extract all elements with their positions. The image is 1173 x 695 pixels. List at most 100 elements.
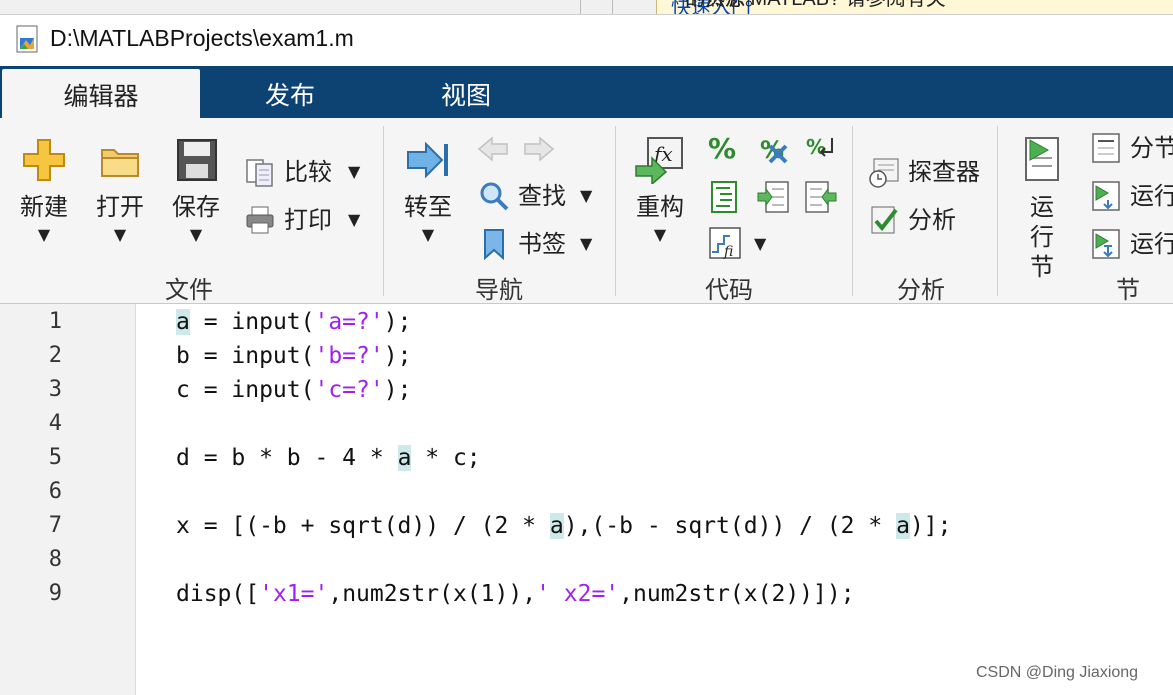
- tab-editor[interactable]: 编辑器: [2, 69, 200, 118]
- string-literal: 'c=?': [314, 377, 384, 403]
- chevron-down-icon: ▼: [348, 210, 361, 229]
- search-icon: [480, 182, 509, 211]
- smart-indent-icon: [711, 181, 737, 213]
- bookmark-label: 书签: [518, 230, 566, 258]
- save-button[interactable]: 保存 ▼: [166, 136, 226, 246]
- print-button[interactable]: 打印 ▼: [244, 202, 368, 238]
- goto-label: 转至: [404, 193, 452, 221]
- matlab-file-icon: [16, 25, 38, 53]
- function-browser-button[interactable]: fi: [708, 226, 742, 260]
- string-literal: 'a=?': [314, 309, 384, 335]
- line-number: 4: [48, 411, 62, 436]
- open-label: 打开: [96, 193, 144, 221]
- code-token: disp([: [176, 581, 260, 607]
- chevron-down-icon: ▼: [421, 225, 435, 244]
- tab-publish[interactable]: 发布: [226, 66, 354, 118]
- editor-toolstrip: 新建 ▼ 打开 ▼ 保存 ▼ 比较 ▼ 打印 ▼ 文件 转至 ▼ 查找 ▼ 书签…: [0, 118, 1173, 304]
- getting-started-notice: 不熟悉 MATLAB? 请参阅有关快速入门的资源。: [656, 0, 1173, 14]
- run-and-advance-label: 运行: [1130, 182, 1173, 210]
- code-line[interactable]: c = input('c=?');: [176, 373, 411, 407]
- svg-text:fi: fi: [723, 244, 733, 260]
- wrap-comments-icon: %: [806, 135, 833, 159]
- refactor-fx-icon: fx: [635, 137, 683, 186]
- group-divider: [615, 126, 616, 296]
- chevron-down-icon: ▼: [348, 162, 361, 181]
- new-label: 新建: [20, 193, 68, 221]
- chevron-down-icon: ▼: [653, 225, 667, 244]
- chevron-down-icon[interactable]: ▼: [754, 234, 766, 253]
- function-browser-icon: fi: [709, 227, 741, 260]
- string-literal: 'b=?': [314, 343, 384, 369]
- run-section-button[interactable]: 运行节: [1012, 136, 1072, 282]
- section-break-icon: [1092, 133, 1120, 163]
- bookmark-icon: [484, 229, 504, 260]
- forward-arrow-button[interactable]: [522, 132, 556, 166]
- code-token: ),(-b - sqrt(d)) / (2 *: [563, 513, 897, 539]
- chevron-down-icon: ▼: [580, 186, 593, 205]
- line-number-gutter: 1 2 3 4 5 6 7 8 9: [0, 304, 136, 695]
- string-literal: ' x2=': [536, 581, 620, 607]
- group-label-section: 节: [1116, 276, 1140, 304]
- compare-button[interactable]: 比较 ▼: [244, 154, 368, 190]
- back-arrow-icon: [477, 136, 508, 162]
- open-button[interactable]: 打开 ▼: [90, 136, 150, 246]
- code-token: x = [(-b + sqrt(d)) / (2 *: [176, 513, 550, 539]
- code-line[interactable]: x = [(-b + sqrt(d)) / (2 * a),(-b - sqrt…: [176, 509, 951, 543]
- bookmark-button[interactable]: 书签 ▼: [478, 226, 602, 262]
- run-to-end-button[interactable]: 运行: [1090, 226, 1173, 262]
- group-label-navigate: 导航: [475, 276, 523, 304]
- code-line[interactable]: disp(['x1=',num2str(x(1)),' x2=',num2str…: [176, 577, 855, 611]
- save-label: 保存: [172, 193, 220, 221]
- refactor-button[interactable]: fx 重构 ▼: [630, 136, 690, 246]
- code-editor[interactable]: 123456789 a = input('a=?'); b = input('b=…: [0, 304, 1173, 695]
- group-divider: [997, 126, 998, 296]
- folder-open-icon: [101, 149, 139, 177]
- code-line[interactable]: d = b * b - 4 * a * c;: [176, 441, 481, 475]
- string-literal: 'x1=': [259, 581, 329, 607]
- analyze-button[interactable]: 分析: [868, 202, 988, 238]
- comment-button[interactable]: %: [708, 132, 742, 166]
- profiler-label: 探查器: [908, 158, 980, 186]
- compare-label: 比较: [284, 158, 332, 186]
- chevron-down-icon: ▼: [580, 234, 593, 253]
- run-section-icon: [1025, 137, 1059, 181]
- group-label-code: 代码: [705, 276, 753, 304]
- goto-arrow-icon: [407, 141, 448, 179]
- run-to-end-icon: [1092, 229, 1120, 259]
- insert-section-button[interactable]: 分节: [1090, 130, 1173, 166]
- new-button[interactable]: 新建 ▼: [14, 136, 74, 246]
- code-token: ,num2str(x(2))]);: [619, 581, 855, 607]
- code-line[interactable]: b = input('b=?');: [176, 339, 411, 373]
- line-number: 5: [48, 445, 62, 470]
- run-to-end-label: 运行: [1130, 230, 1173, 258]
- strip-divider: [580, 0, 581, 14]
- back-arrow-button[interactable]: [476, 132, 510, 166]
- wrap-comments-button[interactable]: %: [804, 132, 838, 166]
- find-button[interactable]: 查找 ▼: [478, 178, 602, 214]
- code-line[interactable]: a = input('a=?');: [176, 305, 411, 339]
- code-token: );: [383, 377, 412, 403]
- printer-icon: [246, 206, 274, 234]
- forward-arrow-icon: [524, 136, 555, 162]
- refactor-label: 重构: [636, 193, 684, 221]
- run-and-advance-button[interactable]: 运行: [1090, 178, 1173, 214]
- smart-indent-button[interactable]: [708, 180, 742, 214]
- ribbon-tab-bar: 编辑器 发布 视图: [0, 66, 1173, 118]
- print-label: 打印: [284, 206, 332, 234]
- window-title: D:\MATLABProjects\exam1.m: [50, 25, 354, 51]
- group-divider: [383, 126, 384, 296]
- goto-button[interactable]: 转至 ▼: [398, 136, 458, 246]
- code-token: * c;: [411, 445, 481, 471]
- code-token: ,num2str(x(1)),: [328, 581, 537, 607]
- watermark: CSDN @Ding Jiaxiong: [976, 664, 1139, 681]
- highlighted-variable: a: [176, 309, 190, 335]
- profiler-button[interactable]: 探查器: [868, 154, 988, 190]
- group-label-analyze: 分析: [897, 276, 945, 304]
- highlighted-variable: a: [896, 513, 910, 539]
- indent-button[interactable]: [756, 180, 790, 214]
- line-number: 6: [48, 479, 62, 504]
- code-token: b = input(: [176, 343, 315, 369]
- uncomment-button[interactable]: %: [756, 132, 790, 166]
- outdent-button[interactable]: [804, 180, 838, 214]
- tab-view[interactable]: 视图: [402, 66, 530, 118]
